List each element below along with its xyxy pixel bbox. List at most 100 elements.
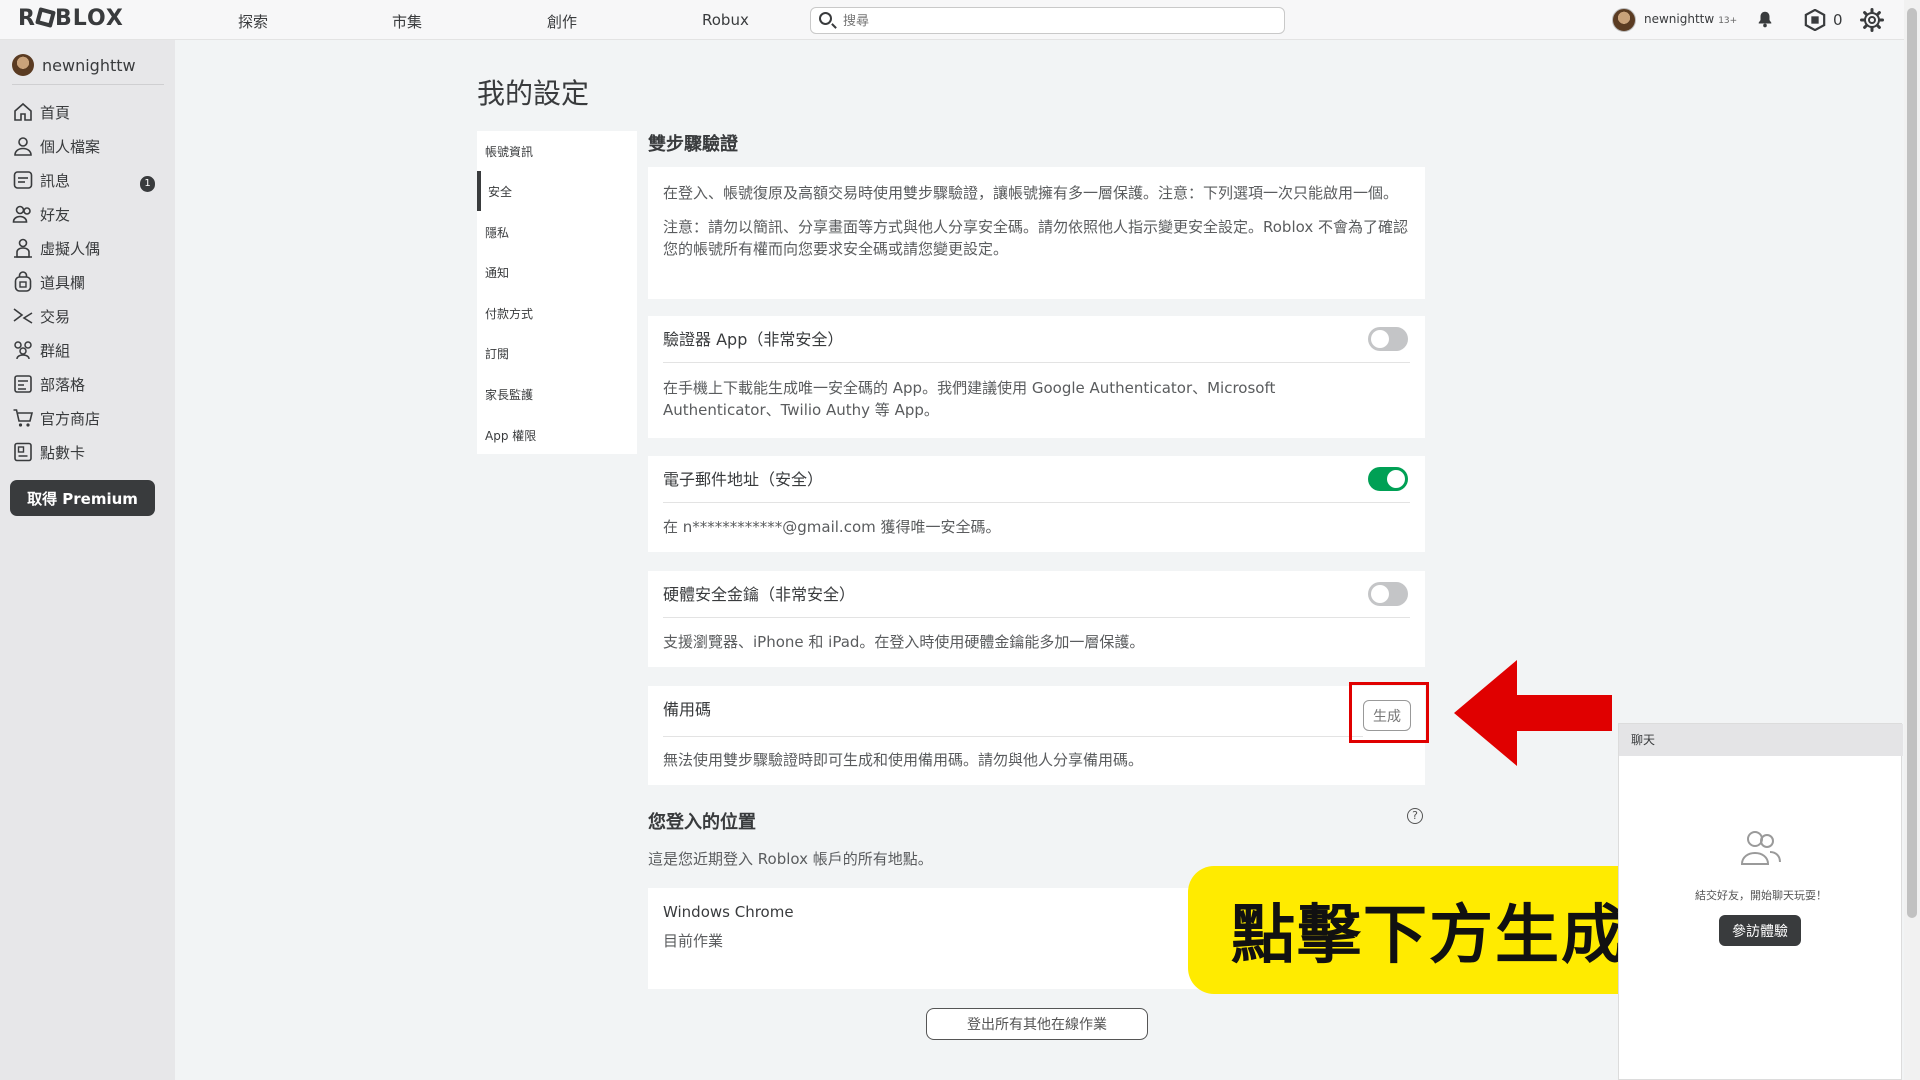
robux-icon[interactable] <box>1804 9 1826 31</box>
security-key-title: 硬體安全金鑰（非常安全） <box>663 585 856 604</box>
row-divider <box>663 502 1410 503</box>
sidebar-item-label: 道具欄 <box>40 273 86 292</box>
sidebar-username: newnighttw <box>42 55 136 75</box>
left-sidebar: newnighttw 首頁 個人檔案 訊息 1 好友 虛擬人偶 道具欄 交易 群… <box>0 40 175 1080</box>
scrollbar-thumb[interactable] <box>1907 8 1917 918</box>
backup-codes-desc: 無法使用雙步驟驗證時即可生成和使用備用碼。請勿與他人分享備用碼。 <box>663 751 1144 769</box>
tab-parental-controls[interactable]: 家長監護 <box>477 374 637 414</box>
red-arrow-icon <box>1454 660 1612 766</box>
two-step-intro-1: 在登入、帳號復原及高額交易時使用雙步驟驗證，讓帳號擁有多一層保護。注意：下列選項… <box>663 184 1399 202</box>
top-username-text: newnighttw <box>1644 12 1715 26</box>
inventory-icon <box>14 271 32 292</box>
friends-icon <box>12 205 31 223</box>
row-divider <box>663 617 1410 618</box>
search-input[interactable] <box>843 11 1263 31</box>
nav-marketplace[interactable]: 市集 <box>392 11 422 32</box>
sidebar-item-home[interactable]: 首頁 <box>12 100 70 124</box>
tab-privacy[interactable]: 隱私 <box>477 212 637 252</box>
search-icon <box>819 12 832 25</box>
email-toggle[interactable] <box>1368 467 1408 491</box>
tab-account-info[interactable]: 帳號資訊 <box>477 131 637 171</box>
sidebar-item-label: 官方商店 <box>40 409 101 428</box>
chat-header[interactable]: 聊天 <box>1619 724 1903 756</box>
page-title: 我的設定 <box>477 77 590 110</box>
messages-badge: 1 <box>140 176 155 192</box>
profile-icon <box>14 137 32 156</box>
security-key-toggle[interactable] <box>1368 582 1408 606</box>
sidebar-item-messages[interactable]: 訊息 <box>12 168 70 192</box>
sidebar-item-friends[interactable]: 好友 <box>12 202 70 226</box>
visit-experiences-button[interactable]: 參訪體驗 <box>1719 915 1801 946</box>
get-premium-button[interactable]: 取得 Premium <box>10 480 155 516</box>
blog-icon <box>14 375 32 393</box>
tab-subscriptions[interactable]: 訂閱 <box>477 333 637 373</box>
two-step-title: 雙步驟驗證 <box>648 134 738 155</box>
authenticator-toggle[interactable] <box>1368 327 1408 351</box>
nav-robux[interactable]: Robux <box>702 11 749 29</box>
authenticator-title: 驗證器 App（非常安全） <box>663 330 844 349</box>
robux-count: 0 <box>1833 11 1843 29</box>
two-step-intro-2: 注意：請勿以簡訊、分享畫面等方式與他人分享安全碼。請勿依照他人指示變更安全設定。… <box>663 218 1408 258</box>
bell-icon[interactable] <box>1756 10 1774 28</box>
groups-icon <box>14 341 32 360</box>
nav-explore[interactable]: 探索 <box>238 11 268 32</box>
security-key-desc: 支援瀏覽器、iPhone 和 iPad。在登入時使用硬體金鑰能多加一層保護。 <box>663 633 1145 651</box>
sidebar-item-label: 好友 <box>40 205 71 224</box>
sidebar-item-store[interactable]: 官方商店 <box>12 406 100 430</box>
sidebar-item-label: 首頁 <box>40 103 71 122</box>
avatar[interactable] <box>1612 8 1636 32</box>
roblox-logo[interactable]: R BLOX <box>18 6 124 31</box>
sidebar-divider <box>12 84 164 85</box>
gear-icon[interactable] <box>1860 8 1884 32</box>
sidebar-item-label: 交易 <box>40 307 71 326</box>
tab-security[interactable]: 安全 <box>477 171 637 211</box>
sidebar-item-trade[interactable]: 交易 <box>12 304 70 328</box>
messages-icon <box>13 171 33 189</box>
email-desc: 在 n************@gmail.com 獲得唯一安全碼。 <box>663 518 1001 536</box>
help-icon[interactable]: ? <box>1407 808 1423 824</box>
tab-payment[interactable]: 付款方式 <box>477 293 637 333</box>
authenticator-card: 驗證器 App（非常安全） 在手機上下載能生成唯一安全碼的 App。我們建議使用… <box>648 316 1425 438</box>
sidebar-item-profile[interactable]: 個人檔案 <box>12 134 100 158</box>
sidebar-item-blog[interactable]: 部落格 <box>12 372 85 396</box>
search-box[interactable] <box>810 7 1285 34</box>
security-key-card: 硬體安全金鑰（非常安全） 支援瀏覽器、iPhone 和 iPad。在登入時使用硬… <box>648 571 1425 667</box>
two-step-intro-card: 在登入、帳號復原及高額交易時使用雙步驟驗證，讓帳號擁有多一層保護。注意：下列選項… <box>648 167 1425 299</box>
sidebar-item-label: 虛擬人偶 <box>40 239 101 258</box>
sidebar-item-label: 部落格 <box>40 375 86 394</box>
sidebar-item-avatar[interactable]: 虛擬人偶 <box>12 236 100 260</box>
page-scrollbar[interactable] <box>1904 0 1920 1080</box>
tab-notifications[interactable]: 通知 <box>477 252 637 292</box>
sidebar-item-groups[interactable]: 群組 <box>12 338 70 362</box>
chat-empty-message: 結交好友，開始聊天玩耍！ <box>1695 889 1827 902</box>
email-card: 電子郵件地址（安全） 在 n************@gmail.com 獲得唯… <box>648 456 1425 552</box>
logout-all-sessions-button[interactable]: 登出所有其他在線作業 <box>926 1008 1148 1040</box>
login-locations-subtitle: 這是您近期登入 Roblox 帳戶的所有地點。 <box>648 850 933 868</box>
row-divider <box>663 736 1363 737</box>
sidebar-item-label: 個人檔案 <box>40 137 101 156</box>
avatar-icon <box>14 238 32 258</box>
authenticator-desc: 在手機上下載能生成唯一安全碼的 App。我們建議使用 Google Authen… <box>663 379 1276 419</box>
nav-create[interactable]: 創作 <box>547 11 577 32</box>
email-title: 電子郵件地址（安全） <box>663 470 824 489</box>
sidebar-item-label: 群組 <box>40 341 71 360</box>
sidebar-item-inventory[interactable]: 道具欄 <box>12 270 85 294</box>
sidebar-user[interactable]: newnighttw <box>12 54 136 76</box>
chat-panel: 聊天 結交好友，開始聊天玩耍！ 參訪體驗 <box>1618 723 1903 1080</box>
tab-app-permissions[interactable]: App 權限 <box>477 415 637 455</box>
home-icon <box>14 102 32 121</box>
backup-codes-card: 備用碼 生成 無法使用雙步驟驗證時即可生成和使用備用碼。請勿與他人分享備用碼。 <box>648 686 1425 785</box>
giftcard-icon <box>14 442 32 462</box>
top-bar: RBLOX 探索 市集 創作 Robux newnighttw13+ 0 <box>0 0 1904 40</box>
top-username[interactable]: newnighttw 13+ <box>1644 12 1737 26</box>
instruction-callout: 點擊下方生成 <box>1188 866 1670 994</box>
backup-codes-title: 備用碼 <box>663 700 712 719</box>
highlight-box <box>1349 682 1429 743</box>
trade-icon <box>13 308 33 324</box>
sidebar-avatar <box>12 54 34 76</box>
store-icon <box>13 409 34 427</box>
age-tag: 13+ <box>1718 16 1738 26</box>
settings-tabs: 帳號資訊 安全 隱私 通知 付款方式 訂閱 家長監護 App 權限 <box>477 131 637 454</box>
sidebar-item-giftcard[interactable]: 點數卡 <box>12 440 85 464</box>
sidebar-item-label: 訊息 <box>40 171 71 190</box>
